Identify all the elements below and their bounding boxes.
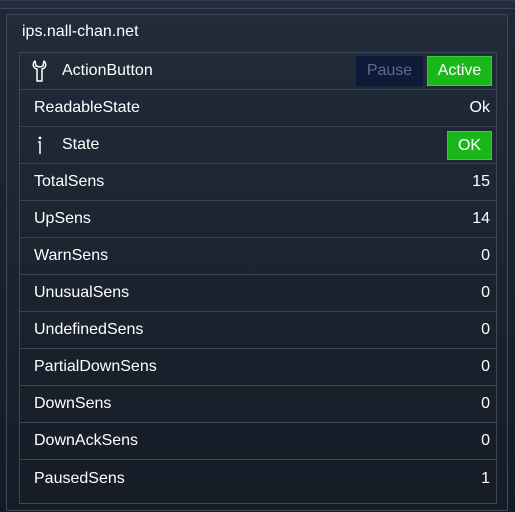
- row-label: PausedSens: [34, 469, 125, 487]
- row-paused-sens: PausedSens 1: [20, 460, 496, 497]
- row-value: 0: [481, 284, 490, 301]
- row-undefined-sens: UndefinedSens 0: [20, 312, 496, 349]
- row-label: DownAckSens: [34, 432, 139, 449]
- window-background: ips.nall-chan.net ActionButton Pause Act…: [0, 0, 515, 512]
- variables-table: ActionButton Pause Active ReadableState …: [19, 52, 497, 504]
- top-strip: [0, 1, 515, 9]
- row-readable-state: ReadableState Ok: [20, 90, 496, 127]
- row-label: DownSens: [34, 395, 112, 412]
- row-value: 1: [481, 469, 490, 487]
- row-value: 0: [481, 358, 490, 375]
- row-partial-down-sens: PartialDownSens 0: [20, 349, 496, 386]
- row-value: 0: [481, 321, 490, 338]
- action-button-label: ActionButton: [62, 62, 153, 79]
- row-unusual-sens: UnusualSens 0: [20, 275, 496, 312]
- state-status-badge: OK: [447, 131, 492, 160]
- instance-panel: ips.nall-chan.net ActionButton Pause Act…: [6, 14, 508, 511]
- panel-title: ips.nall-chan.net: [22, 23, 139, 40]
- row-value: 0: [481, 432, 490, 449]
- row-state: State OK: [20, 127, 496, 164]
- row-down-sens: DownSens 0: [20, 386, 496, 423]
- row-total-sens: TotalSens 15: [20, 164, 496, 201]
- row-label: UndefinedSens: [34, 321, 144, 338]
- row-value: 14: [472, 210, 490, 227]
- row-label: UnusualSens: [34, 284, 130, 301]
- row-action-button: ActionButton Pause Active: [20, 53, 496, 90]
- wrench-icon: [31, 59, 49, 83]
- row-warn-sens: WarnSens 0: [20, 238, 496, 275]
- active-button[interactable]: Active: [427, 56, 492, 86]
- row-label: PartialDownSens: [34, 358, 157, 375]
- row-value: 0: [481, 395, 490, 412]
- readable-state-value: Ok: [469, 99, 490, 116]
- state-label: State: [62, 136, 100, 153]
- pause-button[interactable]: Pause: [356, 56, 423, 86]
- row-label: WarnSens: [34, 247, 109, 264]
- info-icon: [31, 133, 49, 157]
- row-label: UpSens: [34, 210, 91, 227]
- row-value: 0: [481, 247, 490, 264]
- row-label: TotalSens: [34, 173, 105, 190]
- row-up-sens: UpSens 14: [20, 201, 496, 238]
- row-value: 15: [472, 173, 490, 190]
- row-down-ack-sens: DownAckSens 0: [20, 423, 496, 460]
- readable-state-label: ReadableState: [34, 99, 140, 116]
